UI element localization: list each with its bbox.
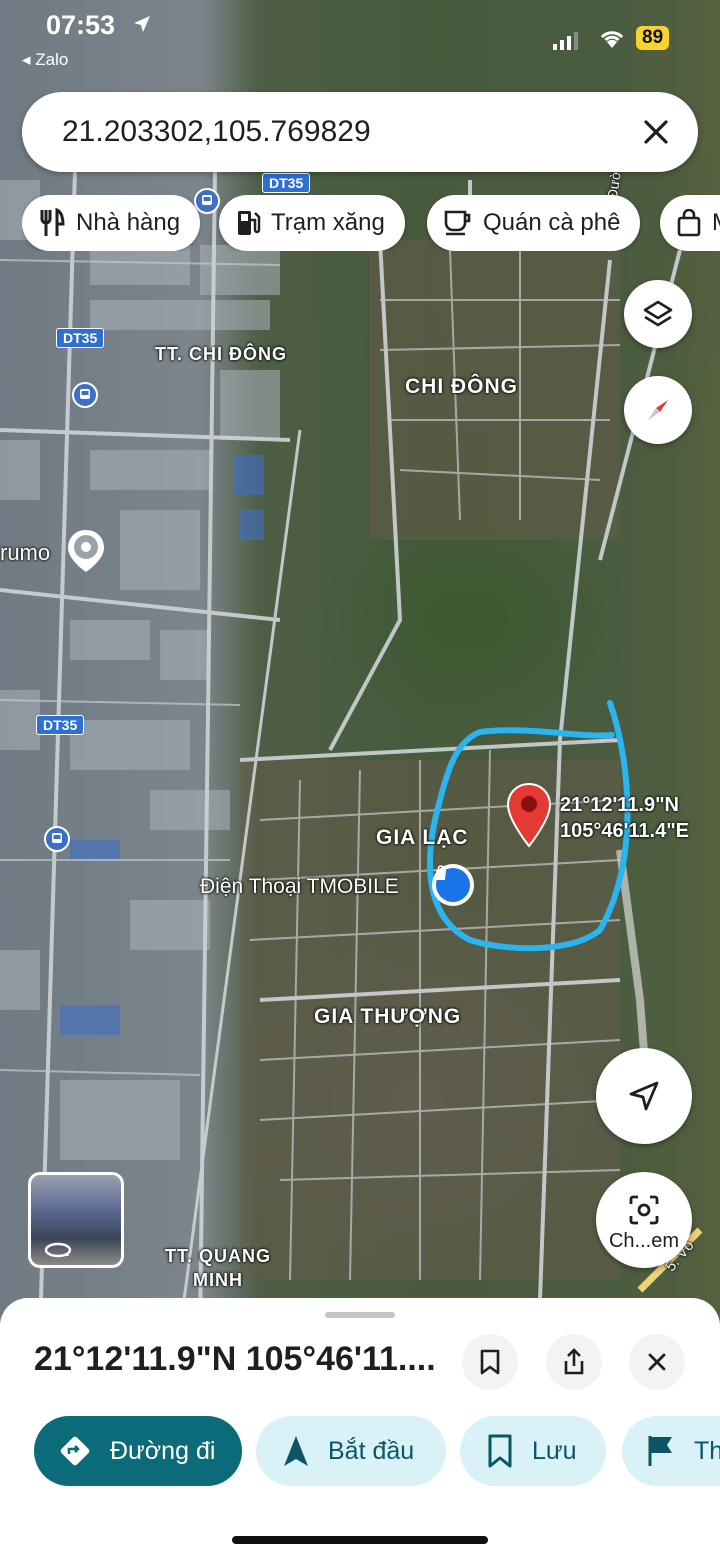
bus-stop-icon[interactable]: [44, 826, 70, 852]
rotate-360-icon: [44, 1242, 72, 1258]
place-bottom-sheet[interactable]: 21°12'11.9"N 105°46'11.... Đường đi Bắt …: [0, 1298, 720, 1559]
map-label-gia-thuong: GIA THƯỢNG: [314, 1005, 462, 1028]
home-indicator[interactable]: [232, 1536, 488, 1544]
search-bar[interactable]: 21.203302,105.769829: [22, 92, 698, 172]
chip-gas-station[interactable]: Trạm xăng: [219, 195, 405, 251]
camera-lens-icon: [629, 1195, 659, 1225]
road-badge-dt35: DT35: [36, 715, 85, 735]
coffee-icon: [444, 210, 471, 236]
poi-pin-icon[interactable]: [66, 528, 106, 574]
poi-label-shop[interactable]: Điện Thoại TMOBILE: [200, 875, 399, 899]
shopping-bag-icon: [677, 209, 701, 237]
back-app-label: Zalo: [35, 50, 69, 69]
status-time: 07:53: [46, 10, 116, 40]
share-button[interactable]: [546, 1334, 602, 1390]
battery-indicator: 89: [636, 26, 670, 50]
status-bar: 07:53 ◂ Zalo 89: [0, 0, 720, 74]
label-button[interactable]: Th: [622, 1416, 720, 1486]
navigation-arrow-icon: [629, 1081, 659, 1111]
directions-button[interactable]: Đường đi: [34, 1416, 242, 1486]
map-label-terumo: rumo: [0, 540, 51, 565]
label-button-text: Th: [694, 1436, 720, 1465]
compass-icon: [648, 400, 668, 420]
close-sheet-button[interactable]: [629, 1334, 685, 1390]
flag-icon: [648, 1436, 672, 1466]
save-icon-button[interactable]: [462, 1334, 518, 1390]
chip-label: Nhà hàng: [76, 209, 181, 236]
pin-longitude: 105°46'11.4"E: [560, 820, 690, 842]
map-label-tt-quang-minh: TT. QUANG: [165, 1246, 271, 1266]
start-label: Bắt đầu: [328, 1436, 415, 1465]
chip-coffee[interactable]: Quán cà phê: [427, 195, 641, 251]
close-icon: [648, 1353, 666, 1371]
my-location-button[interactable]: [596, 1048, 692, 1144]
location-arrow-icon: [134, 16, 150, 32]
back-to-app-link[interactable]: ◂ Zalo: [22, 50, 68, 70]
compass-button[interactable]: [624, 376, 692, 444]
close-icon[interactable]: [638, 114, 674, 150]
map-label-tt-chi-dong: TT. CHI ĐÔNG: [155, 344, 287, 364]
chip-restaurants[interactable]: Nhà hàng: [22, 195, 201, 251]
map-label-tt-quang-minh-2: MINH: [193, 1270, 243, 1290]
place-title: 21°12'11.9"N 105°46'11....: [34, 1340, 436, 1378]
category-chips: Nhà hàng Trạm xăng Quán cà phê M: [22, 195, 720, 251]
road-badge-dt35: DT35: [262, 173, 311, 193]
directions-label: Đường đi: [110, 1436, 216, 1465]
road-badge-dt35: DT35: [56, 328, 105, 348]
lens-label: Ch...em: [608, 1230, 680, 1252]
map-label-chi-dong: CHI ĐÔNG: [405, 375, 518, 398]
signal-icon: [553, 32, 578, 50]
location-pin-icon[interactable]: [506, 782, 552, 848]
directions-icon: [60, 1436, 90, 1466]
bus-stop-icon[interactable]: [72, 382, 98, 408]
navigation-icon: [284, 1436, 308, 1466]
shopping-bag-icon[interactable]: [432, 864, 474, 906]
street-view-thumbnail[interactable]: [28, 1172, 124, 1268]
share-icon: [564, 1348, 584, 1375]
bookmark-icon: [480, 1349, 500, 1375]
search-input[interactable]: 21.203302,105.769829: [62, 115, 371, 149]
save-button[interactable]: Lưu: [460, 1416, 606, 1486]
layers-button[interactable]: [624, 280, 692, 348]
layers-icon: [643, 300, 673, 327]
save-label: Lưu: [532, 1436, 577, 1465]
pin-latitude: 21°12'11.9"N: [560, 794, 679, 816]
map-label-gia-lac: GIA LẠC: [376, 826, 469, 849]
restaurant-icon: [40, 208, 65, 236]
chip-label: M: [712, 209, 720, 237]
wifi-icon: [600, 31, 624, 48]
pin-coords-label: 21°12'11.9"N 105°46'11.4"E: [560, 792, 689, 844]
lens-button[interactable]: Ch...em: [596, 1172, 692, 1268]
chip-label: Trạm xăng: [271, 209, 385, 236]
start-button[interactable]: Bắt đầu: [256, 1416, 446, 1486]
gas-station-icon: [238, 211, 261, 235]
chip-shopping[interactable]: M: [660, 195, 720, 251]
chip-label: Quán cà phê: [483, 209, 621, 236]
sheet-drag-handle[interactable]: [325, 1312, 395, 1318]
bookmark-icon: [488, 1434, 512, 1468]
